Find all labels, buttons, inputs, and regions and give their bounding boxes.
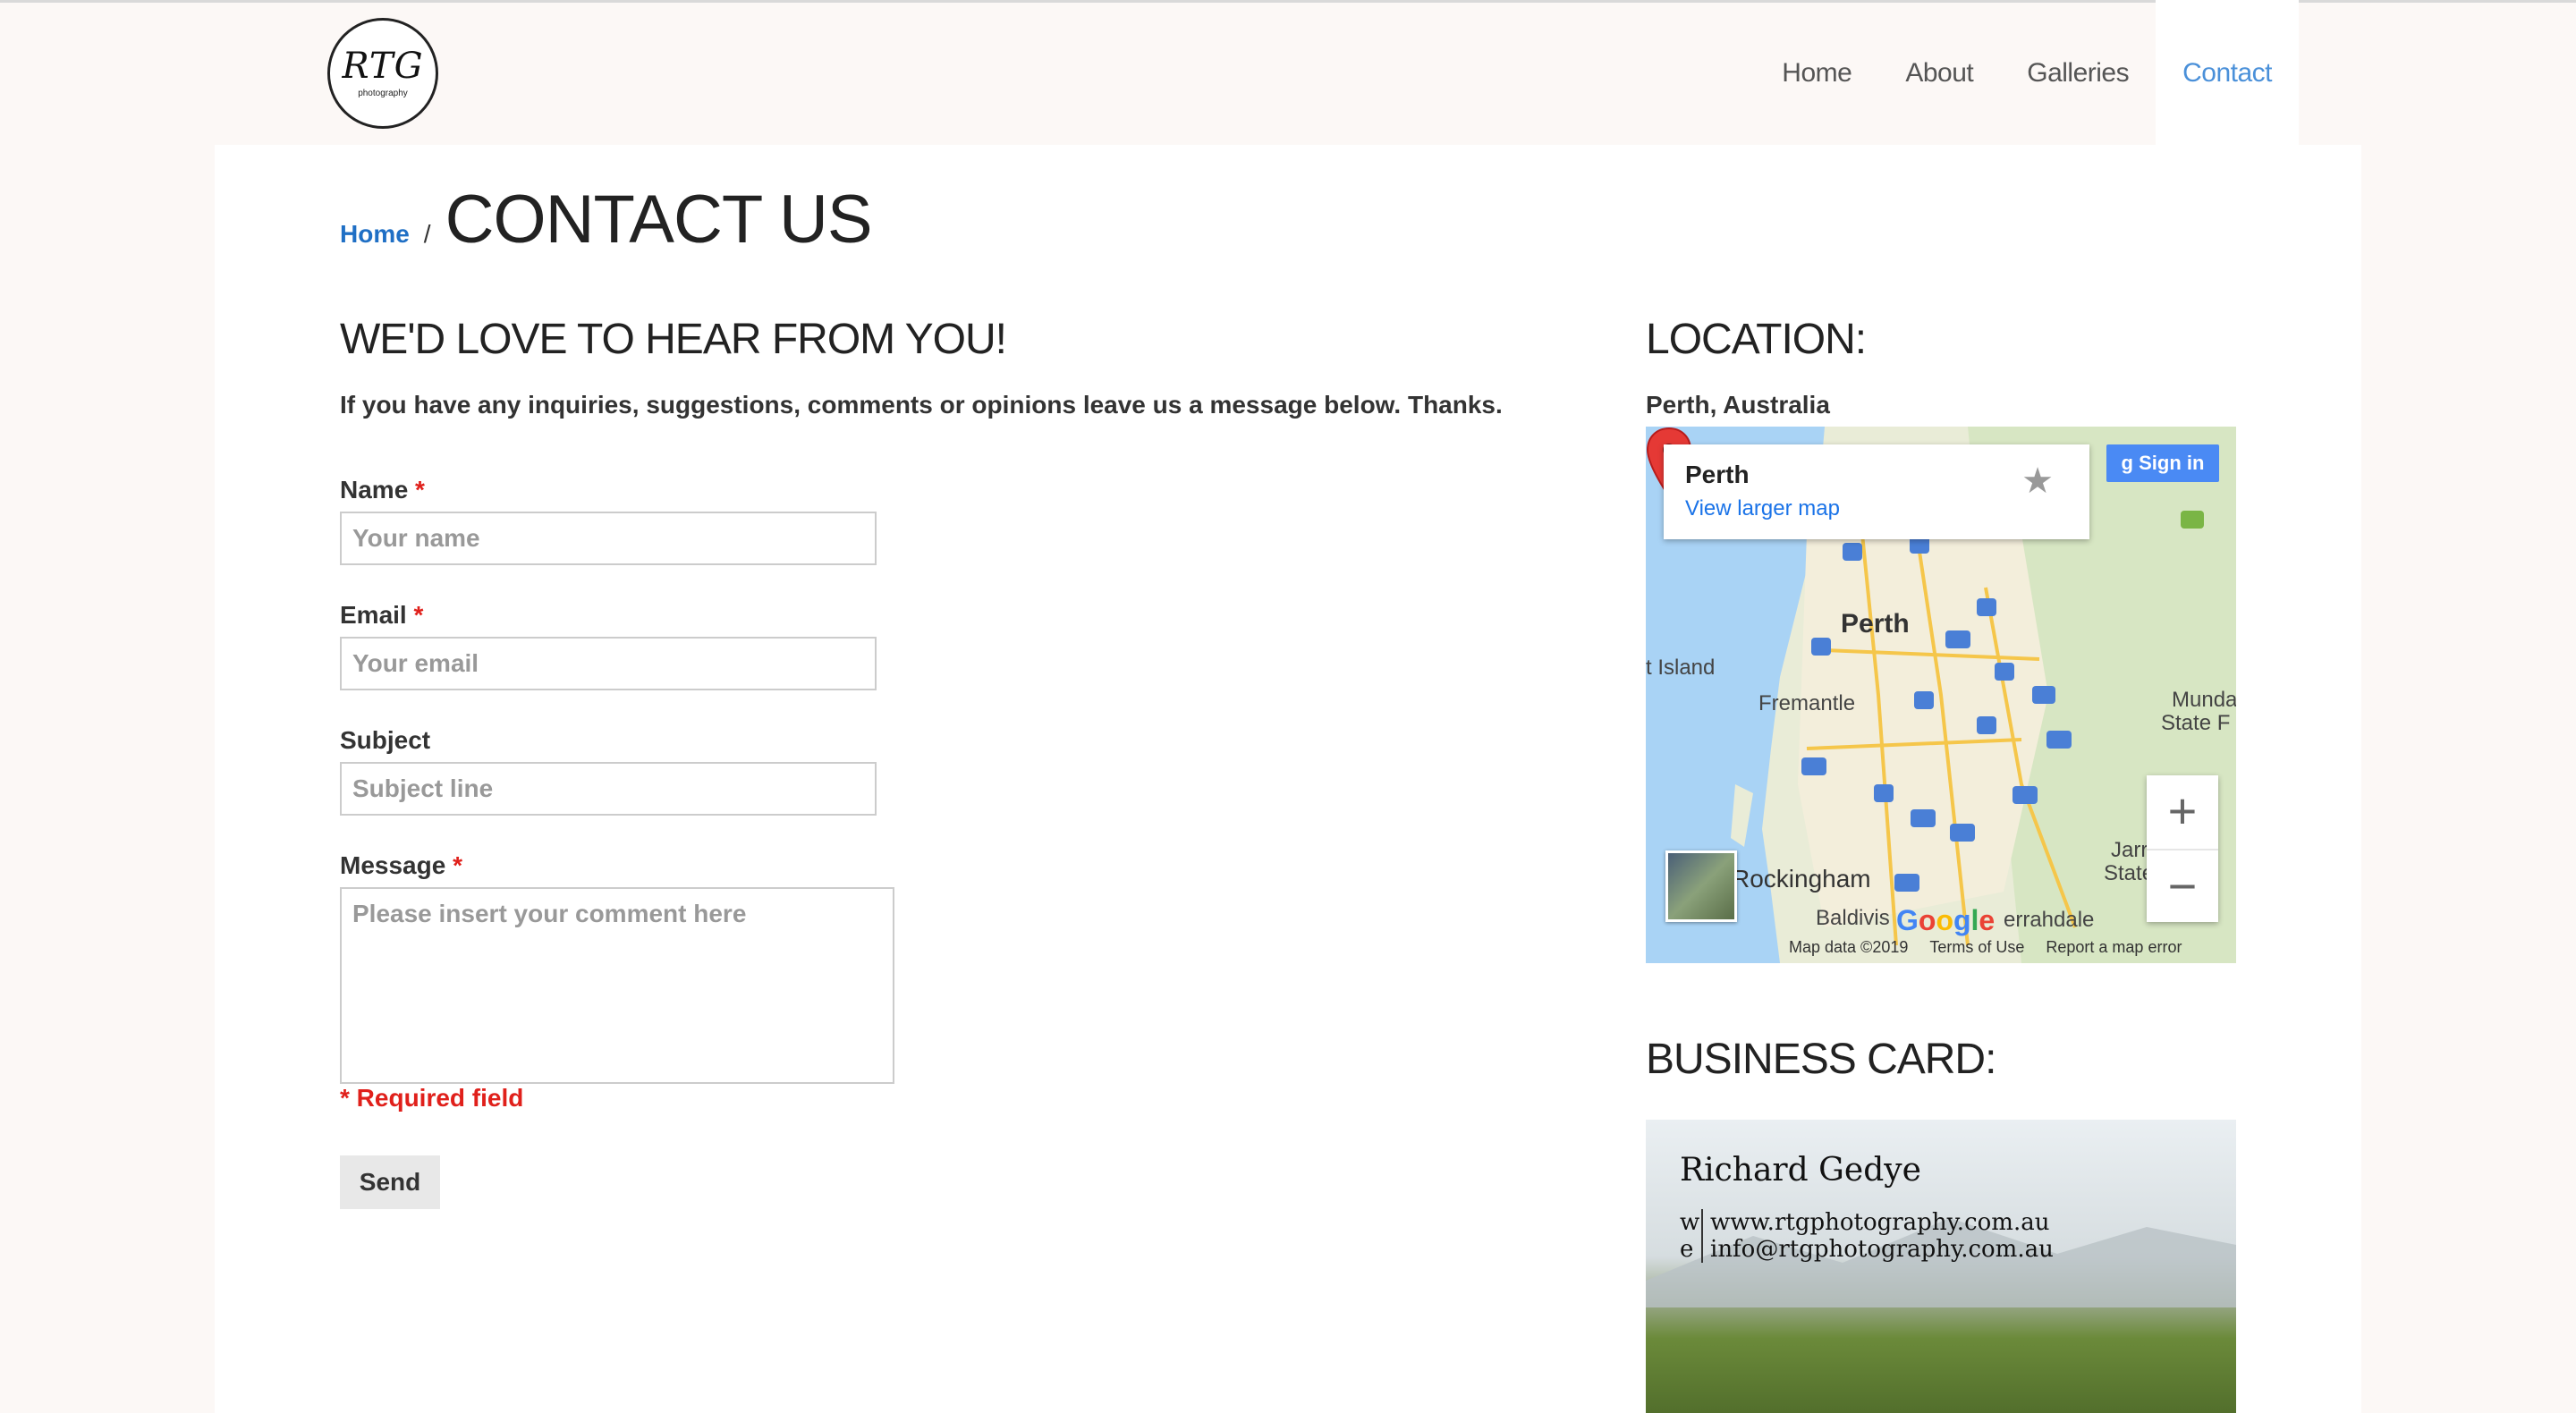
breadcrumb: Home / CONTACT US [340, 181, 873, 258]
map-label-state-forest: State F [2161, 711, 2231, 735]
nav-home[interactable]: Home [1755, 0, 1878, 145]
map-label-baldivis: Baldivis [1816, 906, 1890, 930]
required-marker: * [415, 476, 425, 503]
subject-field-group: Subject [340, 726, 877, 816]
breadcrumb-separator: / [423, 220, 431, 248]
google-g-icon: g [2121, 452, 2140, 474]
star-icon[interactable]: ★ [2021, 461, 2054, 502]
sidebar: LOCATION: Perth, Australia Perth Fremant… [1646, 315, 2236, 1413]
name-label: Name * [340, 476, 425, 503]
required-field-note: * Required field [340, 1084, 524, 1112]
site-logo[interactable]: RTG photography [327, 18, 438, 129]
map-label-jarr: Jarr [2111, 838, 2148, 862]
message-field-group: Message * [340, 851, 894, 1084]
map-label-perth: Perth [1841, 609, 1910, 639]
contact-intro: WE'D LOVE TO HEAR FROM YOU! If you have … [340, 315, 1592, 419]
business-card-image: Richard Gedye w www.rtgphotography.com.au… [1646, 1120, 2236, 1413]
card-website-row: w www.rtgphotography.com.au [1680, 1209, 2050, 1236]
name-field-group: Name * [340, 476, 877, 565]
breadcrumb-home-link[interactable]: Home [340, 220, 410, 249]
map-label-serpentine: errahdale [2004, 908, 2095, 932]
map-signin-button[interactable]: g Sign in [2106, 444, 2219, 482]
satellite-toggle[interactable] [1665, 850, 1737, 922]
subject-input[interactable] [340, 762, 877, 816]
nav-galleries[interactable]: Galleries [2000, 0, 2156, 145]
required-marker: * [413, 601, 424, 629]
map-card-place: Perth [1685, 461, 1750, 488]
zoom-in-button[interactable]: + [2147, 775, 2218, 849]
location-heading: LOCATION: [1646, 316, 1867, 363]
map-data-credit: Map data ©2019 [1789, 938, 1909, 956]
embedded-map[interactable]: Perth Fremantle t Island Rockingham Bald… [1646, 427, 2236, 963]
page-title: CONTACT US [445, 182, 873, 258]
form-heading: WE'D LOVE TO HEAR FROM YOU! [340, 316, 1007, 363]
location-city: Perth, Australia [1646, 391, 1830, 419]
map-attribution: Map data ©2019 Terms of Use Report a map… [1789, 938, 2182, 957]
map-info-card: Perth View larger map ★ [1664, 444, 2089, 539]
logo-monogram: RTG [342, 46, 424, 87]
terms-of-use-link[interactable]: Terms of Use [1929, 938, 2024, 957]
report-map-error-link[interactable]: Report a map error [2046, 938, 2182, 957]
name-input[interactable] [340, 512, 877, 565]
zoom-out-button[interactable]: − [2147, 850, 2218, 924]
card-email-row: e info@rtgphotography.com.au [1680, 1236, 2054, 1263]
view-larger-map-link[interactable]: View larger map [1685, 496, 2068, 521]
nav-contact[interactable]: Contact [2156, 0, 2299, 145]
email-label: Email * [340, 601, 424, 629]
required-marker: * [453, 851, 462, 879]
main-content: Home / CONTACT US WE'D LOVE TO HEAR FROM… [215, 145, 2361, 1413]
form-intro: If you have any inquiries, suggestions, … [340, 391, 1503, 419]
send-button[interactable]: Send [340, 1155, 440, 1209]
map-label-fremantle: Fremantle [1758, 691, 1856, 715]
logo-subtitle: photography [358, 89, 408, 98]
map-label-island: t Island [1646, 656, 1716, 680]
message-textarea[interactable] [340, 887, 894, 1084]
google-logo: Google [1896, 904, 1996, 936]
map-label-rockingham: Rockingham [1732, 865, 1871, 893]
email-field-group: Email * [340, 601, 877, 690]
subject-label: Subject [340, 726, 431, 754]
email-input[interactable] [340, 637, 877, 690]
business-card-heading: BUSINESS CARD: [1646, 1036, 1996, 1083]
map-zoom-controls: + − [2147, 775, 2218, 922]
map-label-munda: Munda [2172, 688, 2236, 712]
main-nav: Home About Galleries Contact [1755, 0, 2299, 145]
message-label: Message * [340, 851, 462, 879]
nav-about[interactable]: About [1878, 0, 2000, 145]
card-person-name: Richard Gedye [1680, 1152, 1921, 1189]
